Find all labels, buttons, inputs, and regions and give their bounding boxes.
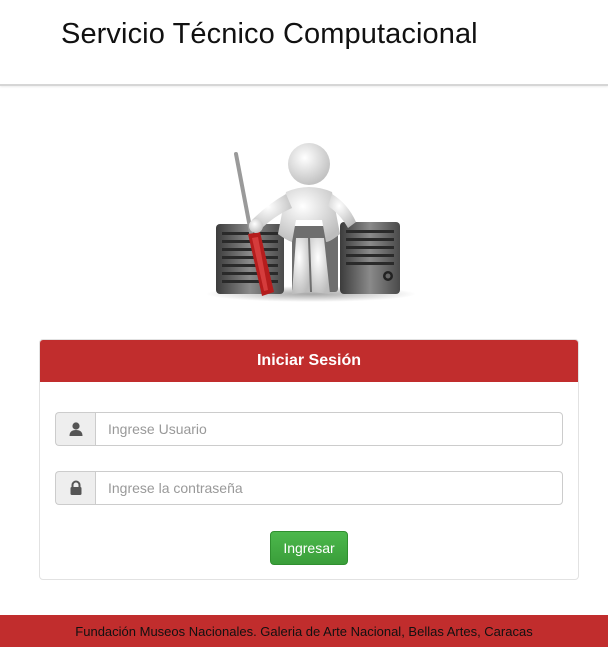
- login-title: Iniciar Sesión: [256, 352, 362, 369]
- page-footer: Fundación Museos Nacionales. Galeria de …: [0, 615, 608, 647]
- page-header: Servicio Técnico Computacional: [0, 0, 608, 86]
- login-button[interactable]: Ingresar: [270, 531, 348, 565]
- footer-text: Fundación Museos Nacionales. Galeria de …: [75, 623, 533, 639]
- technician-illustration: [206, 143, 416, 302]
- lock-icon: [55, 471, 95, 505]
- site-title: Servicio Técnico Computacional: [61, 18, 478, 50]
- username-input[interactable]: [95, 412, 563, 446]
- password-input[interactable]: [95, 471, 563, 505]
- hero-illustration: [200, 142, 422, 308]
- password-input-group: [55, 471, 563, 505]
- computer-case-right: [340, 222, 400, 294]
- login-panel-heading: Iniciar Sesión: [40, 340, 578, 382]
- username-input-group: [55, 412, 563, 446]
- login-panel: Iniciar Sesión Ingresar: [39, 339, 579, 580]
- user-icon: [55, 412, 95, 446]
